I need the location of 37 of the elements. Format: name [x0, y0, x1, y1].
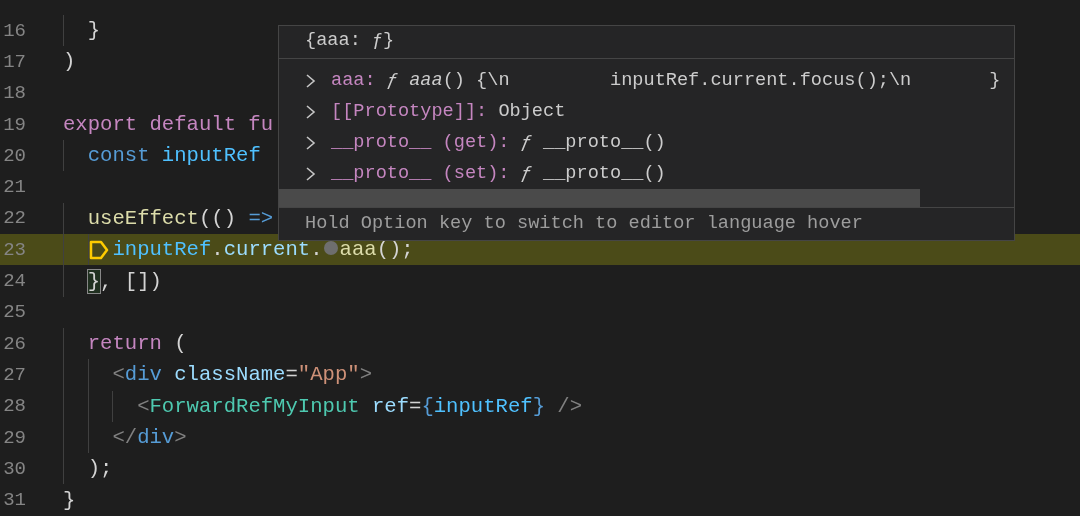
- line-number: 30: [2, 457, 26, 480]
- property-entry[interactable]: aaa: ƒ aaa() {\n inputRef.current.focus();\n }: [331, 70, 1001, 91]
- code-line: <div className="App">: [112, 363, 372, 387]
- code-line: );: [87, 457, 113, 481]
- line-number: 31: [2, 489, 26, 512]
- code-line: const inputRef: [87, 144, 261, 168]
- line-number: 28: [2, 395, 26, 418]
- code-line: </div>: [112, 426, 187, 449]
- line-number: 29: [2, 426, 26, 449]
- code-line: export default fu: [63, 113, 274, 137]
- line-number: 26: [2, 332, 26, 355]
- line-number: 17: [2, 50, 26, 73]
- code-line: return (: [87, 332, 187, 356]
- line-number: 22: [2, 207, 26, 230]
- horizontal-scrollbar[interactable]: [279, 189, 920, 207]
- code-line: }: [87, 19, 101, 43]
- line-number: 25: [2, 301, 26, 324]
- property-entry[interactable]: __proto__ (get): ƒ __proto__(): [331, 132, 666, 153]
- code-line: }, []): [87, 269, 162, 293]
- hover-hint: Hold Option key to switch to editor language hover: [279, 207, 1014, 240]
- line-number: 16: [2, 19, 26, 42]
- line-number: 20: [2, 144, 26, 167]
- code-line: }: [63, 488, 76, 512]
- line-number: 23: [2, 238, 26, 261]
- property-entry[interactable]: __proto__ (set): ƒ __proto__(): [331, 163, 666, 184]
- line-number: 21: [2, 176, 26, 199]
- line-number: 24: [2, 270, 26, 292]
- code-line: ): [63, 50, 76, 74]
- code-line: useEffect(() =>: [87, 206, 274, 230]
- line-number: 19: [2, 113, 26, 136]
- code-line: inputRef.current. aaa();: [112, 238, 414, 262]
- line-number: 18: [2, 82, 26, 105]
- hover-title: {aaa: ƒ}: [279, 26, 1014, 59]
- line-number: 27: [2, 363, 26, 386]
- code-line: <ForwardRefMyInput ref={inputRef} />: [137, 394, 583, 418]
- property-entry[interactable]: [[Prototype]]: Object: [331, 101, 566, 122]
- debug-pointer-icon: [87, 238, 110, 261]
